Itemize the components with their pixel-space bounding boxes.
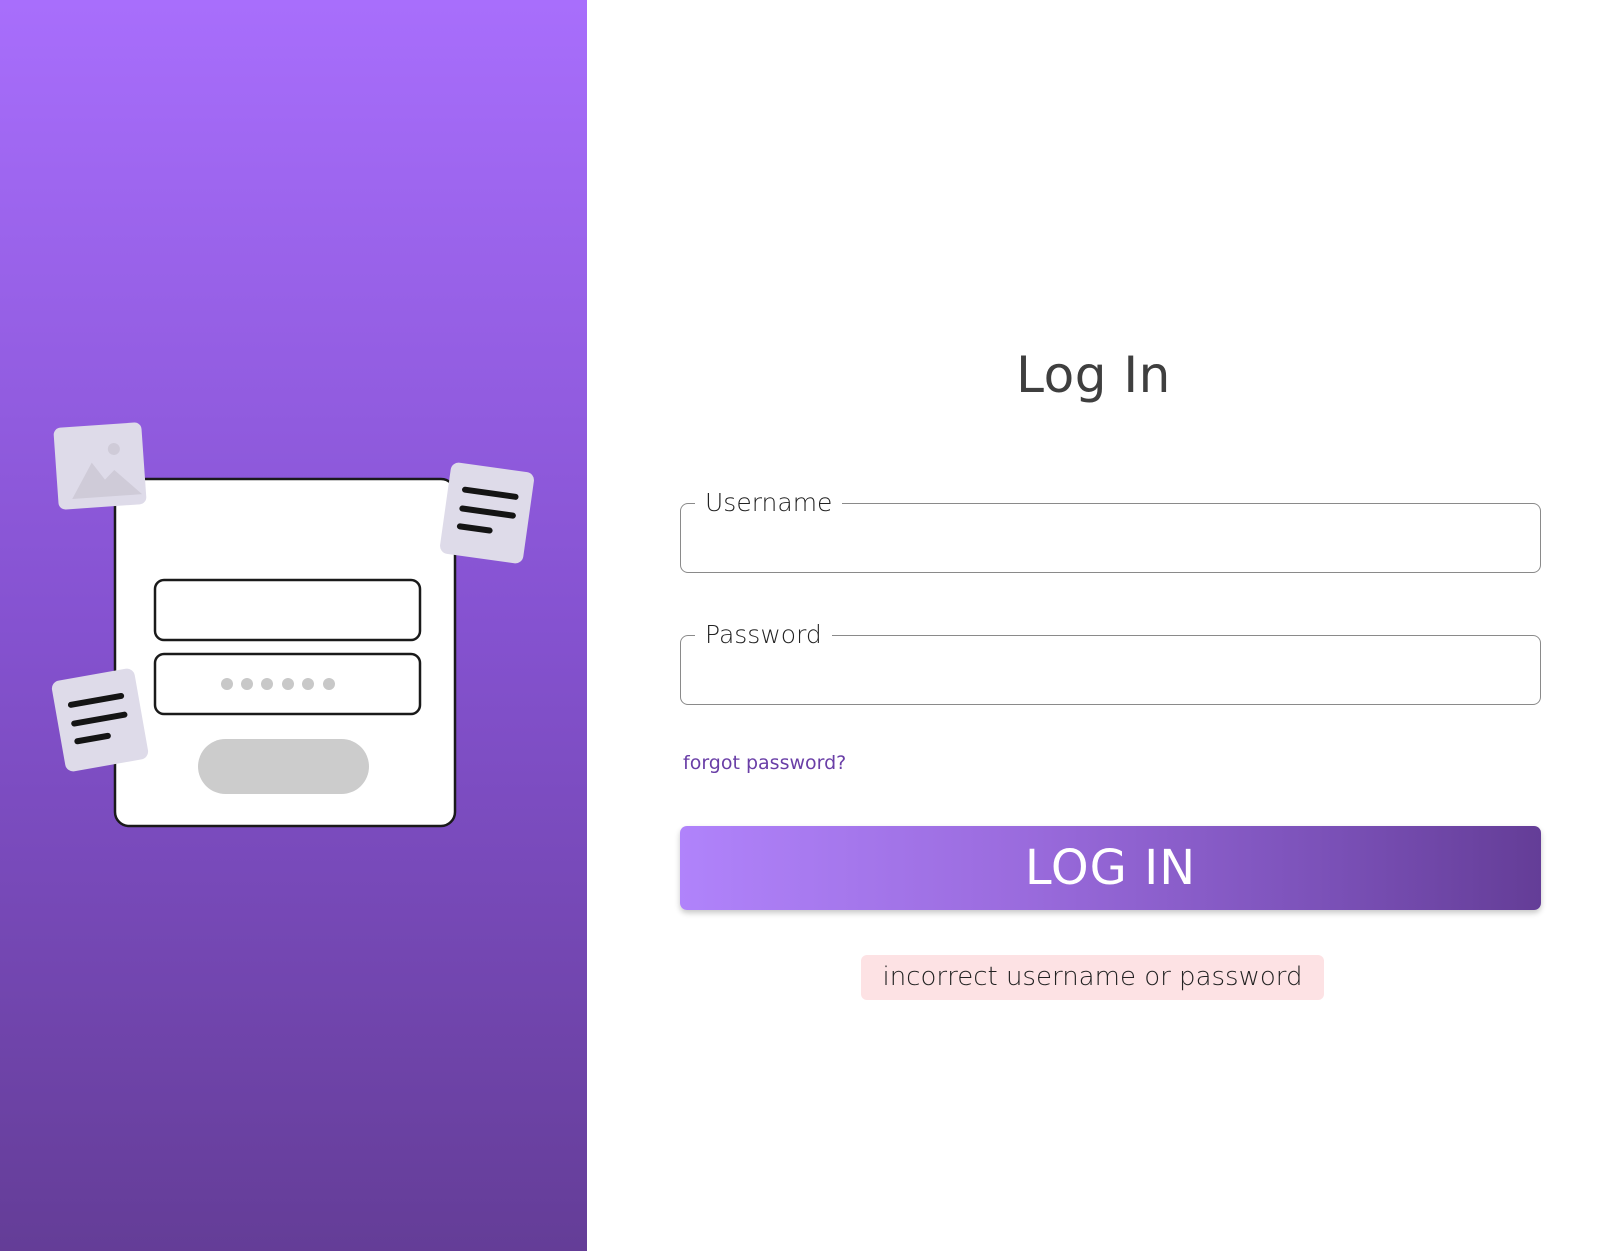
document-icon [51,668,149,772]
username-field[interactable]: Username [680,486,1541,573]
forgot-password-link[interactable]: forgot password? [683,752,846,774]
error-message: incorrect username or password [861,955,1324,1000]
username-input[interactable] [681,504,1540,572]
password-field[interactable]: Password [680,618,1541,705]
image-icon [53,422,147,510]
login-button[interactable]: LOG IN [680,826,1541,910]
illustration-panel [0,0,587,1251]
button-illustration [198,739,369,794]
username-box-illustration [153,578,422,642]
page-title: Log In [1016,346,1171,404]
login-illustration [51,422,534,828]
password-input[interactable] [681,636,1540,704]
document-icon [440,462,534,564]
login-form-panel: Log In Username Password forgot password… [587,0,1600,1251]
